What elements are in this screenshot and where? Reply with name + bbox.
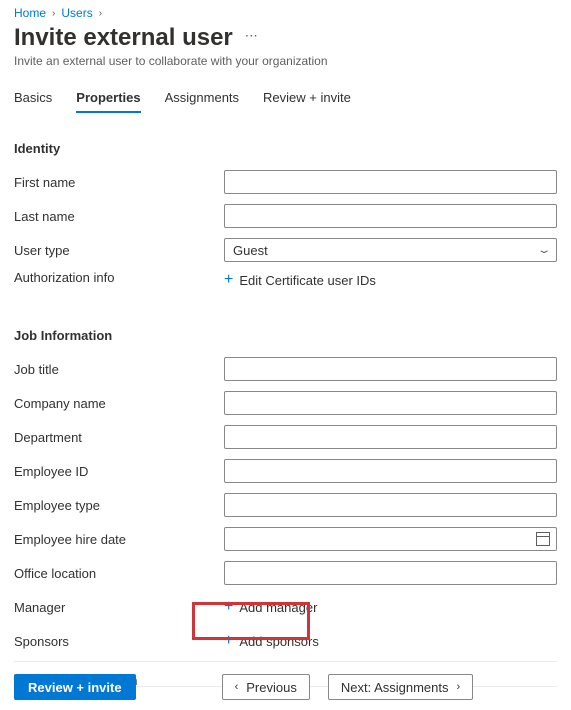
next-button[interactable]: Next: Assignments ›	[328, 674, 473, 700]
review-invite-button[interactable]: Review + invite	[14, 674, 136, 700]
plus-icon: +	[224, 599, 233, 615]
label-employee-id: Employee ID	[14, 464, 224, 479]
label-last-name: Last name	[14, 209, 224, 224]
chevron-left-icon: ‹	[235, 681, 239, 693]
tab-review[interactable]: Review + invite	[263, 90, 351, 113]
breadcrumb-home[interactable]: Home	[14, 6, 46, 20]
tabs: Basics Properties Assignments Review + i…	[14, 90, 557, 113]
label-manager: Manager	[14, 600, 224, 615]
user-type-value: Guest	[233, 243, 268, 258]
add-sponsors-link[interactable]: + Add sponsors	[224, 631, 319, 651]
label-user-type: User type	[14, 243, 224, 258]
label-first-name: First name	[14, 175, 224, 190]
user-type-select[interactable]: Guest ⌄	[224, 238, 557, 262]
section-job: Job Information	[14, 328, 557, 343]
job-title-input[interactable]	[224, 357, 557, 381]
tab-basics[interactable]: Basics	[14, 90, 52, 113]
label-company-name: Company name	[14, 396, 224, 411]
edit-cert-link[interactable]: + Edit Certificate user IDs	[224, 270, 376, 290]
next-label: Next: Assignments	[341, 680, 449, 695]
employee-id-input[interactable]	[224, 459, 557, 483]
page-title: Invite external user	[14, 24, 233, 52]
department-input[interactable]	[224, 425, 557, 449]
label-sponsors: Sponsors	[14, 634, 224, 649]
tab-properties[interactable]: Properties	[76, 90, 140, 113]
label-auth-info: Authorization info	[14, 270, 224, 285]
plus-icon: +	[224, 633, 233, 649]
breadcrumb-users[interactable]: Users	[61, 6, 92, 20]
tab-assignments[interactable]: Assignments	[165, 90, 239, 113]
more-actions-icon[interactable]: ⋯	[245, 28, 258, 48]
company-name-input[interactable]	[224, 391, 557, 415]
footer: Review + invite ‹ Previous Next: Assignm…	[14, 661, 557, 700]
label-employee-type: Employee type	[14, 498, 224, 513]
plus-icon: +	[224, 272, 233, 288]
chevron-right-icon: ›	[52, 8, 55, 19]
office-location-input[interactable]	[224, 561, 557, 585]
add-manager-label: Add manager	[239, 600, 317, 615]
label-employee-hire-date: Employee hire date	[14, 532, 224, 547]
last-name-input[interactable]	[224, 204, 557, 228]
previous-button[interactable]: ‹ Previous	[222, 674, 310, 700]
calendar-icon	[536, 532, 550, 546]
breadcrumb: Home › Users ›	[14, 6, 557, 20]
previous-label: Previous	[246, 680, 297, 695]
label-department: Department	[14, 430, 224, 445]
add-sponsors-label: Add sponsors	[239, 634, 319, 649]
label-job-title: Job title	[14, 362, 224, 377]
employee-type-input[interactable]	[224, 493, 557, 517]
edit-cert-label: Edit Certificate user IDs	[239, 273, 376, 288]
page-subtitle: Invite an external user to collaborate w…	[14, 54, 557, 68]
chevron-right-icon: ›	[456, 681, 460, 693]
first-name-input[interactable]	[224, 170, 557, 194]
chevron-down-icon: ⌄	[536, 245, 551, 256]
label-office-location: Office location	[14, 566, 224, 581]
chevron-right-icon: ›	[99, 8, 102, 19]
add-manager-link[interactable]: + Add manager	[224, 597, 317, 617]
employee-hire-date-input[interactable]	[224, 527, 557, 551]
section-identity: Identity	[14, 141, 557, 156]
